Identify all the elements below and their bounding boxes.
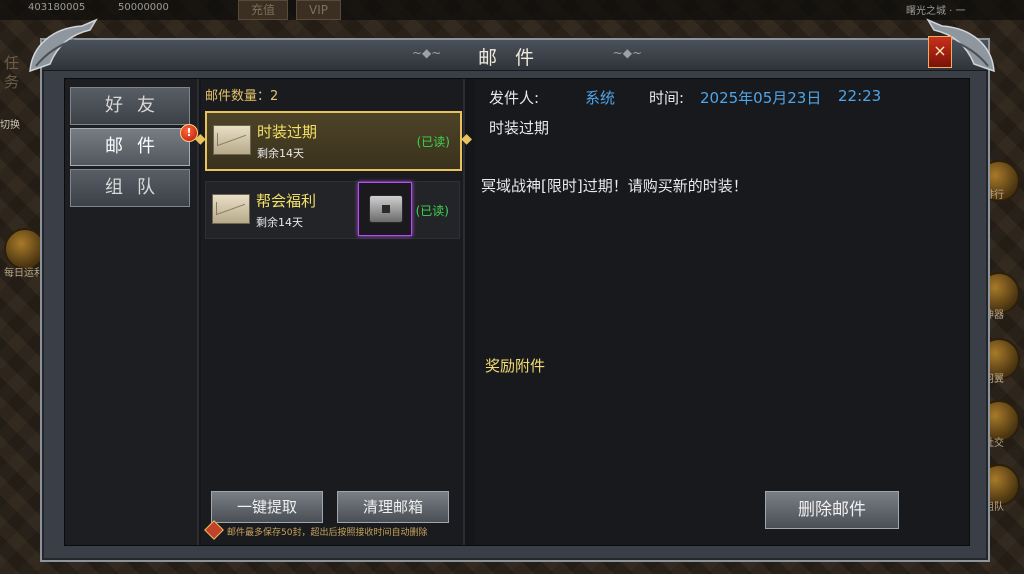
mail-window: ~◆~ 邮件 ~◆~ 好友 邮件 组队 ! 邮件数量：2 ◆ 时装过期 剩余14…: [40, 38, 990, 562]
mail-title: 帮会福利: [256, 192, 317, 210]
mail-read-status: (已读): [416, 135, 450, 149]
mail-title: 时装过期: [257, 123, 318, 141]
warning-icon: [204, 520, 224, 540]
dragon-ornament-left-icon: [29, 18, 98, 73]
date-value: 2025年05月23日: [700, 89, 822, 107]
tab-mail[interactable]: 邮件: [70, 128, 190, 166]
recharge-button[interactable]: 充值: [238, 0, 289, 20]
delete-mail-button[interactable]: 删除邮件: [765, 491, 899, 529]
tab-friends[interactable]: 好友: [70, 87, 190, 125]
mail-item[interactable]: 帮会福利 剩余14天 (已读): [205, 181, 460, 239]
sender-label: 发件人:: [489, 89, 540, 107]
envelope-icon: [213, 125, 251, 155]
task-side-label[interactable]: 任务: [4, 54, 22, 92]
reward-label: 奖励附件: [485, 357, 546, 375]
time-value: 22:23: [838, 87, 882, 105]
daily-label: 每日运利: [4, 268, 44, 279]
mail-list-panel: 邮件数量：2 ◆ 时装过期 剩余14天 (已读) ◆ 帮会福利 剩余14天 (已…: [195, 79, 472, 545]
attachment-slot[interactable]: [358, 182, 412, 236]
selected-left-arrow-icon: ◆: [195, 131, 206, 147]
stat-a: 403180005: [28, 2, 86, 13]
top-right-label: 曙光之城 · 一: [906, 6, 966, 17]
clear-mailbox-button[interactable]: 清理邮箱: [337, 491, 449, 523]
time-label: 时间:: [649, 89, 685, 107]
mail-subject: 时装过期: [489, 119, 550, 137]
close-button[interactable]: ×: [928, 36, 952, 68]
mail-item[interactable]: ◆ 时装过期 剩余14天 (已读) ◆: [195, 111, 472, 171]
mail-detail-panel: 发件人: 系统 时间: 2025年05月23日 22:23 时装过期 冥域战神[…: [475, 79, 969, 545]
switch-label[interactable]: 切换: [0, 116, 20, 131]
mail-remaining: 剩余14天: [256, 216, 303, 229]
vip-button[interactable]: VIP: [296, 0, 341, 20]
chest-icon: [369, 195, 403, 223]
mailbox-note: 邮件最多保存50封，超出后按照接收时间自动删除: [227, 528, 428, 538]
mail-remaining: 剩余14天: [257, 147, 304, 160]
title-ornament-right: ~◆~: [612, 46, 642, 60]
window-body: 好友 邮件 组队 ! 邮件数量：2 ◆ 时装过期 剩余14天 (已读) ◆ 帮会…: [64, 78, 970, 546]
window-title: 邮件: [477, 47, 552, 69]
selected-right-arrow-icon: ◆: [461, 131, 472, 147]
envelope-icon: [212, 194, 250, 224]
sender-value: 系统: [585, 89, 616, 107]
mail-count: 邮件数量：2: [205, 89, 279, 104]
mail-read-status: (已读): [415, 204, 449, 218]
top-hud-bar: 403180005 50000000 充值 VIP 曙光之城 · 一: [0, 0, 1024, 20]
tab-column: 好友 邮件 组队 !: [65, 79, 199, 545]
tab-team[interactable]: 组队: [70, 169, 190, 207]
title-bar: ~◆~ 邮件 ~◆~: [42, 40, 988, 71]
mail-body: 冥域战神[限时]过期！请购买新的时装！: [481, 177, 748, 195]
collect-all-button[interactable]: 一键提取: [211, 491, 323, 523]
stat-b: 50000000: [118, 2, 169, 13]
